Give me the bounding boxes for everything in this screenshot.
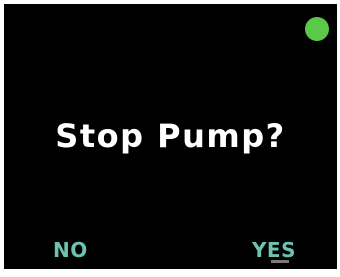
no-button[interactable]: NO bbox=[53, 238, 88, 262]
stop-pump-prompt: Stop Pump? bbox=[55, 117, 286, 155]
pump-screen: Stop Pump? NO YES bbox=[4, 4, 337, 269]
yes-button-underline bbox=[271, 260, 289, 263]
yes-button[interactable]: YES bbox=[252, 238, 296, 262]
status-indicator-icon bbox=[305, 17, 329, 41]
